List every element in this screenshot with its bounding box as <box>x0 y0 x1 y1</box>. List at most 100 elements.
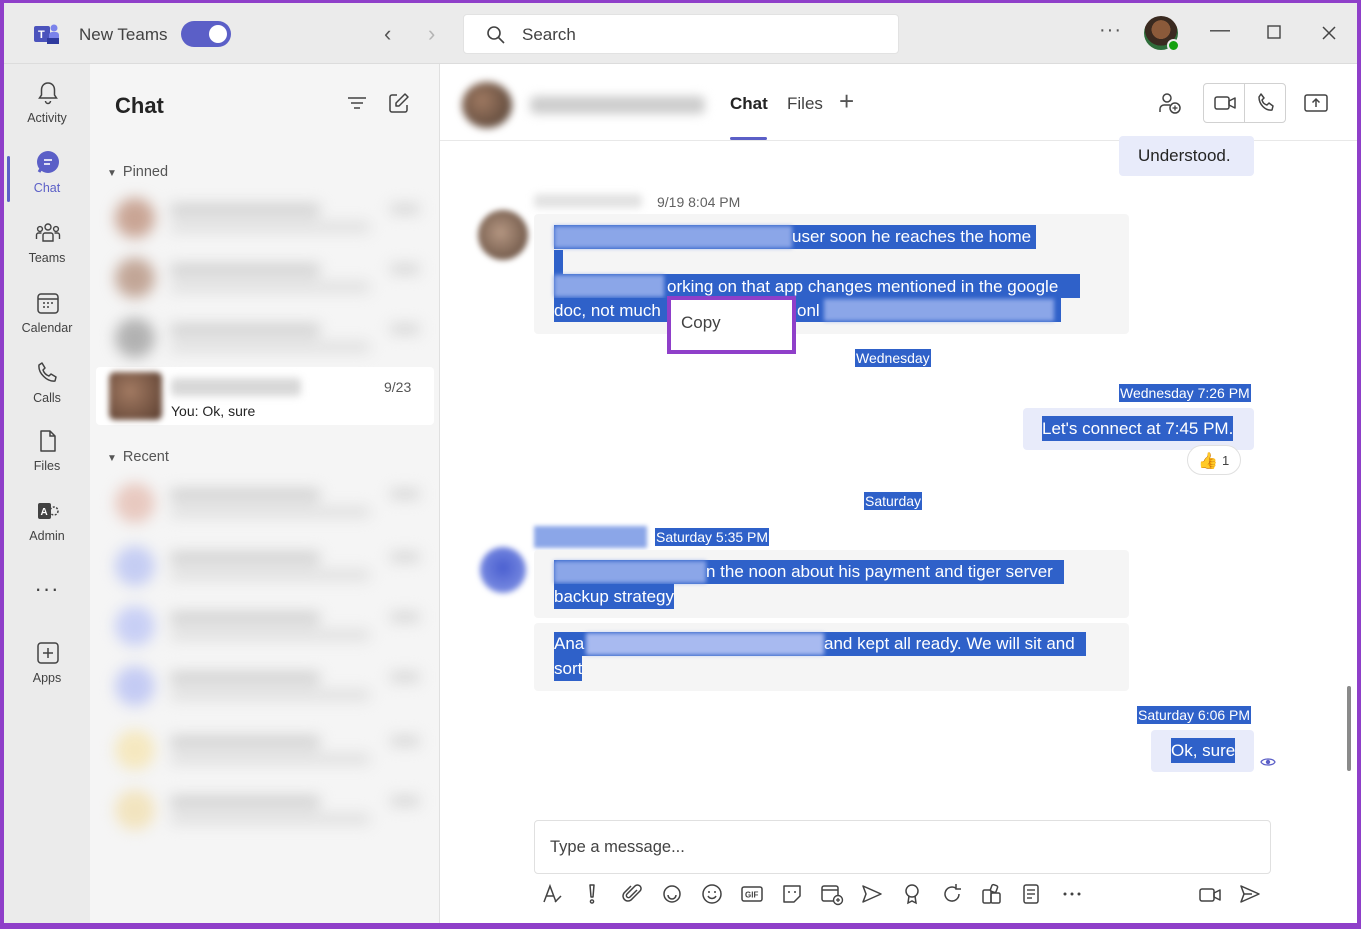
close-icon[interactable] <box>1321 25 1337 41</box>
blurred-text <box>586 633 824 655</box>
notes-icon[interactable] <box>1020 882 1044 906</box>
incoming-message[interactable]: n the noon about his payment and tiger s… <box>534 550 1129 618</box>
rail-label: Calls <box>33 391 61 405</box>
message-text: sort <box>554 656 583 681</box>
rail-activity[interactable]: Activity <box>4 72 90 134</box>
profile-avatar[interactable] <box>1144 16 1180 52</box>
forward-arrow-icon[interactable]: › <box>428 21 435 47</box>
priority-icon[interactable] <box>580 882 604 906</box>
chat-contact-name <box>171 378 301 396</box>
recent-chat-item[interactable] <box>115 602 420 650</box>
outgoing-message[interactable]: Let's connect at 7:45 PM. <box>1023 408 1254 450</box>
pinned-chat-item[interactable] <box>115 194 420 242</box>
new-teams-toggle[interactable] <box>181 21 231 47</box>
message-composer[interactable] <box>534 820 1271 874</box>
selection-highlight <box>554 250 563 274</box>
filter-icon[interactable] <box>347 94 367 112</box>
rail-apps[interactable]: Apps <box>4 632 90 694</box>
outgoing-message[interactable]: Ok, sure <box>1151 730 1254 772</box>
back-arrow-icon[interactable]: ‹ <box>384 21 391 47</box>
thumbs-up-icon: 👍 <box>1198 453 1218 470</box>
app-rail: Activity Chat Teams Calendar Calls Files… <box>4 64 90 923</box>
rail-teams[interactable]: Teams <box>4 212 90 274</box>
add-tab-icon[interactable]: + <box>839 86 854 117</box>
pinned-chat-item[interactable] <box>115 314 420 362</box>
pinned-section-header[interactable]: ▼ Pinned <box>107 164 168 180</box>
share-screen-icon[interactable] <box>1304 93 1328 113</box>
teams-icon <box>35 223 61 242</box>
schedule-meeting-icon[interactable] <box>820 882 844 906</box>
copy-label: Copy <box>681 313 721 332</box>
calendar-icon <box>37 293 59 314</box>
chat-icon <box>37 151 59 173</box>
rail-label: Apps <box>32 671 62 685</box>
rail-label: Files <box>33 459 61 473</box>
tab-chat[interactable]: Chat <box>730 94 768 114</box>
rail-label: Chat <box>33 181 61 195</box>
pinned-chat-item[interactable] <box>115 254 420 302</box>
seen-eye-icon <box>1260 758 1276 766</box>
call-buttons <box>1203 83 1286 123</box>
rail-more[interactable]: ··· <box>4 572 90 634</box>
tab-files[interactable]: Files <box>787 94 823 114</box>
more-actions-icon[interactable] <box>1060 882 1084 906</box>
rail-calendar[interactable]: Calendar <box>4 282 90 344</box>
rail-calls[interactable]: Calls <box>4 352 90 414</box>
maximize-icon[interactable] <box>1267 25 1281 39</box>
recent-chat-item[interactable] <box>115 786 420 834</box>
video-clip-icon[interactable] <box>1198 882 1222 906</box>
file-icon <box>40 430 56 452</box>
copy-menu-item[interactable]: Copy <box>671 300 792 350</box>
incoming-message[interactable]: Ana and kept all ready. We will sit and … <box>534 623 1129 691</box>
recent-chat-item[interactable] <box>115 726 420 774</box>
sticker-icon[interactable] <box>780 882 804 906</box>
message-input[interactable] <box>550 835 1250 859</box>
recent-label: Recent <box>122 449 169 465</box>
loop-icon[interactable] <box>660 882 684 906</box>
praise-icon[interactable] <box>900 882 924 906</box>
more-icon: ··· <box>34 576 60 601</box>
add-people-icon[interactable] <box>1158 92 1182 114</box>
svg-text:T: T <box>38 29 45 41</box>
video-call-icon[interactable] <box>1214 93 1236 113</box>
bell-icon <box>38 82 58 105</box>
recent-section-header[interactable]: ▼ Recent <box>107 449 169 465</box>
emoji-icon[interactable] <box>700 882 724 906</box>
admin-icon: A <box>38 503 59 519</box>
message-text: backup strategy <box>554 584 675 609</box>
more-options-icon[interactable]: ··· <box>1099 19 1122 42</box>
audio-call-icon[interactable] <box>1256 93 1276 113</box>
minimize-icon[interactable]: ― <box>1210 19 1230 42</box>
gif-icon[interactable]: GIF <box>740 882 764 906</box>
avatar <box>462 82 512 128</box>
blurred-text <box>554 226 792 248</box>
new-chat-icon[interactable] <box>388 92 410 114</box>
search-box[interactable] <box>463 14 899 54</box>
format-icon[interactable] <box>540 882 564 906</box>
rail-chat[interactable]: Chat <box>4 142 90 204</box>
blurred-text <box>554 561 706 583</box>
attach-icon[interactable] <box>620 882 644 906</box>
reaction-badge[interactable]: 👍 1 <box>1187 445 1241 475</box>
title-bar: T New Teams ‹ › ··· ― <box>4 3 1357 64</box>
recent-chat-item[interactable] <box>115 479 420 527</box>
toggle-knob <box>209 25 227 43</box>
caret-down-icon: ▼ <box>107 168 117 179</box>
send-later-icon[interactable] <box>860 882 884 906</box>
recent-chat-item[interactable] <box>115 542 420 590</box>
message-text: and kept all ready. We will sit and <box>824 634 1075 653</box>
apps-extension-icon[interactable] <box>980 882 1004 906</box>
scrollbar[interactable] <box>1347 686 1351 771</box>
rail-files[interactable]: Files <box>4 420 90 482</box>
rail-admin[interactable]: A Admin <box>4 490 90 552</box>
search-input[interactable] <box>522 23 882 47</box>
refresh-icon[interactable] <box>940 882 964 906</box>
message-text: Ana <box>554 634 585 653</box>
incoming-message[interactable]: user soon he reaches the home orking on … <box>534 214 1129 334</box>
blurred-text <box>554 275 664 297</box>
svg-text:A: A <box>41 507 48 518</box>
recent-chat-item[interactable] <box>115 662 420 710</box>
outgoing-message[interactable]: Understood. <box>1119 136 1254 176</box>
send-icon[interactable] <box>1238 882 1262 906</box>
active-chat-item[interactable]: 9/23 You: Ok, sure <box>96 367 434 425</box>
